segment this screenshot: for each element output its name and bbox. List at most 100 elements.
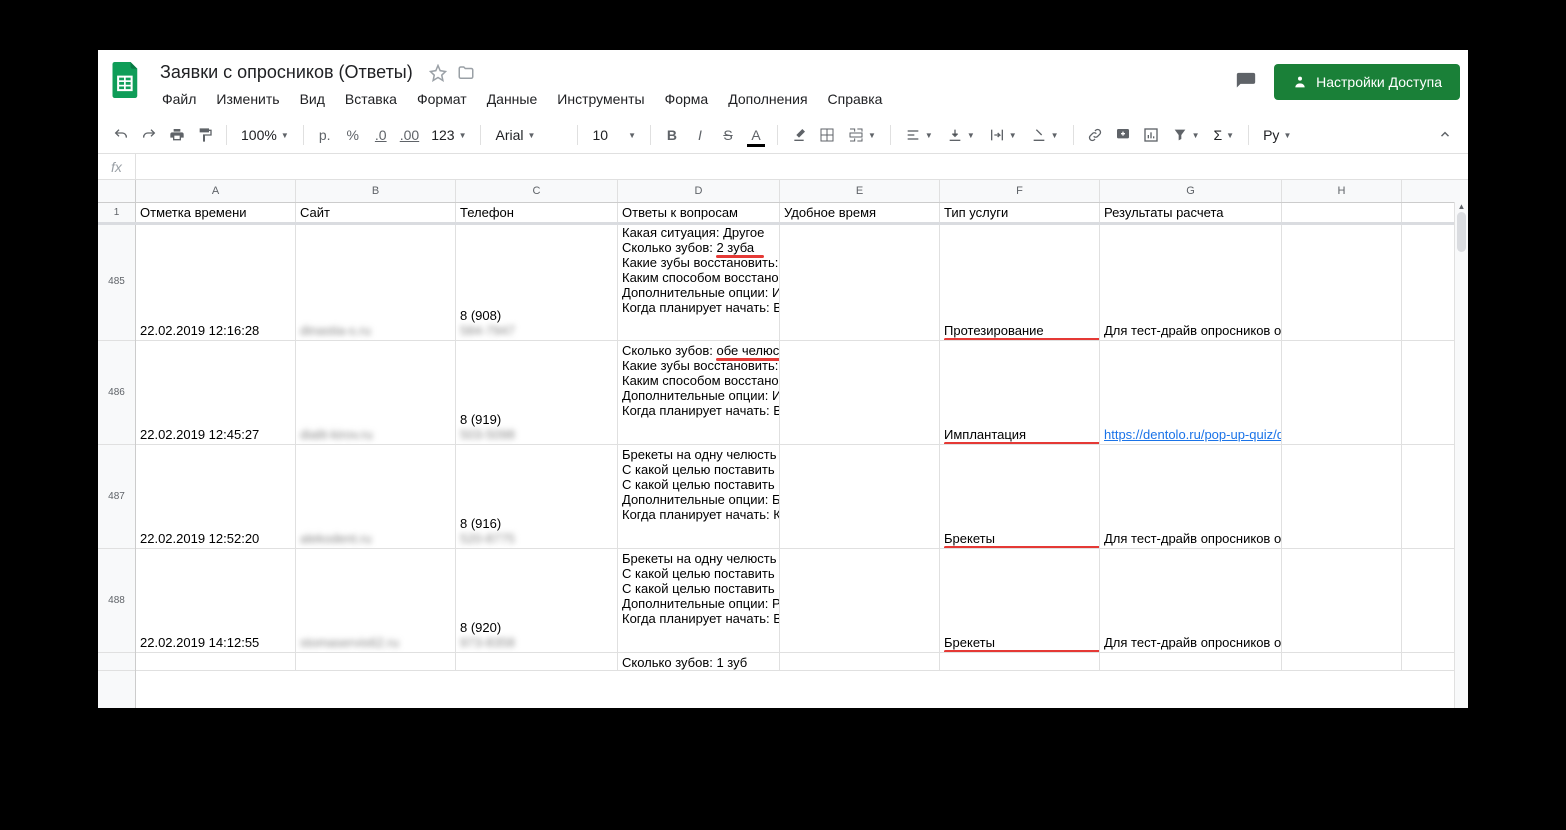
formula-input[interactable] [136,159,1468,174]
col-header-F[interactable]: F [940,180,1100,202]
menu-item-0[interactable]: Файл [154,87,204,111]
undo-button[interactable] [108,121,134,149]
menu-item-1[interactable]: Изменить [208,87,287,111]
more-formats-dropdown[interactable]: 123▼ [425,127,472,143]
col-header-G[interactable]: G [1100,180,1282,202]
cell-F[interactable] [940,653,1100,670]
header-cell-D[interactable]: Ответы к вопросам [618,203,780,222]
sheets-logo[interactable] [106,60,146,100]
share-button[interactable]: Настройки Доступа [1274,64,1460,100]
cell-E[interactable] [780,445,940,548]
comments-icon[interactable] [1232,68,1260,96]
row-header[interactable]: 488 [98,549,135,653]
vertical-scrollbar[interactable]: ▲ [1454,202,1468,708]
col-header-D[interactable]: D [618,180,780,202]
collapse-toolbar-button[interactable] [1432,121,1458,149]
cell-A[interactable] [136,653,296,670]
menu-item-3[interactable]: Вставка [337,87,405,111]
menu-item-8[interactable]: Дополнения [720,87,815,111]
decrease-decimal-button[interactable]: .0 [368,121,394,149]
cell-G[interactable]: Для тест-драйв опросников онлайн-расчет … [1100,223,1282,340]
font-dropdown[interactable]: Arial▼ [489,127,569,143]
cell-G[interactable] [1100,653,1282,670]
cell-C[interactable]: 8 (916) 520-8775 [456,445,618,548]
star-icon[interactable] [429,64,447,82]
input-tools-dropdown[interactable]: Ру▼ [1257,127,1297,143]
text-rotation-dropdown[interactable]: ▼ [1025,127,1065,143]
print-button[interactable] [164,121,190,149]
header-cell-F[interactable]: Тип услуги [940,203,1100,222]
menu-item-6[interactable]: Инструменты [549,87,652,111]
cell-D[interactable]: Сколько зубов: 1 зуб [618,653,780,670]
cell-H[interactable] [1282,223,1402,340]
row-header[interactable]: 485 [98,223,135,341]
menu-item-7[interactable]: Форма [657,87,717,111]
cell-H[interactable] [1282,549,1402,652]
cell-F[interactable]: Протезирование [940,223,1100,340]
document-title[interactable]: Заявки с опросников (Ответы) [154,60,419,85]
cell-C[interactable]: 8 (919) 503-5098 [456,341,618,444]
row-header[interactable] [98,653,135,671]
col-header-H[interactable]: H [1282,180,1402,202]
functions-dropdown[interactable]: Σ▼ [1208,127,1241,143]
col-header-E[interactable]: E [780,180,940,202]
text-wrap-dropdown[interactable]: ▼ [983,127,1023,143]
insert-comment-button[interactable] [1110,121,1136,149]
col-header-A[interactable]: A [136,180,296,202]
currency-format-button[interactable]: р. [312,121,338,149]
italic-button[interactable]: I [687,121,713,149]
cell-B[interactable]: dialit-kirov.ru [296,341,456,444]
insert-chart-button[interactable] [1138,121,1164,149]
cell-F[interactable]: Брекеты [940,445,1100,548]
cell-G[interactable]: https://dentolo.ru/pop-up-quiz/dielit-ki… [1100,341,1282,444]
strikethrough-button[interactable]: S [715,121,741,149]
bold-button[interactable]: B [659,121,685,149]
borders-button[interactable] [814,121,840,149]
menu-item-4[interactable]: Формат [409,87,475,111]
insert-link-button[interactable] [1082,121,1108,149]
select-all-cell[interactable] [98,180,136,202]
increase-decimal-button[interactable]: .00 [396,121,423,149]
cell-E[interactable] [780,549,940,652]
header-cell-B[interactable]: Сайт [296,203,456,222]
fill-color-button[interactable] [786,121,812,149]
font-size-dropdown[interactable]: 10▼ [586,127,642,143]
header-cell-G[interactable]: Результаты расчета [1100,203,1282,222]
cell-D[interactable]: Брекеты на одну челюсть или на обе: На о… [618,549,780,652]
cell-F[interactable]: Брекеты [940,549,1100,652]
cell-G[interactable]: Для тест-драйв опросников онлайн-расчет … [1100,549,1282,652]
cell-B[interactable] [296,653,456,670]
row-header[interactable]: 487 [98,445,135,549]
cell-C[interactable]: 8 (920) 973-8358 [456,549,618,652]
filter-dropdown[interactable]: ▼ [1166,127,1206,143]
cell-C[interactable]: 8 (908) 584-7947 [456,223,618,340]
cell-B[interactable]: alekodent.ru [296,445,456,548]
cell-G[interactable]: Для тест-драйв опросников онлайн-расчет … [1100,445,1282,548]
merge-cells-dropdown[interactable]: ▼ [842,127,882,143]
cell-F[interactable]: Имплантация [940,341,1100,444]
col-header-B[interactable]: B [296,180,456,202]
menu-item-2[interactable]: Вид [292,87,333,111]
move-to-folder-icon[interactable] [457,64,475,82]
redo-button[interactable] [136,121,162,149]
menu-item-9[interactable]: Справка [820,87,891,111]
text-color-button[interactable]: A [743,121,769,149]
header-cell-C[interactable]: Телефон [456,203,618,222]
cell-E[interactable] [780,341,940,444]
row-header[interactable]: 1 [98,203,135,223]
cell-A[interactable]: 22.02.2019 12:45:27 [136,341,296,444]
cell-H[interactable] [1282,445,1402,548]
horizontal-align-dropdown[interactable]: ▼ [899,127,939,143]
zoom-dropdown[interactable]: 100%▼ [235,127,295,143]
header-cell-H[interactable] [1282,203,1402,222]
vertical-align-dropdown[interactable]: ▼ [941,127,981,143]
header-cell-A[interactable]: Отметка времени [136,203,296,222]
header-cell-E[interactable]: Удобное время [780,203,940,222]
cell-H[interactable] [1282,653,1402,670]
cell-H[interactable] [1282,341,1402,444]
cell-E[interactable] [780,223,940,340]
menu-item-5[interactable]: Данные [479,87,546,111]
cell-D[interactable]: Сколько зубов: обе челюстиКакие зубы вос… [618,341,780,444]
percent-format-button[interactable]: % [340,121,366,149]
scrollbar-thumb[interactable] [1457,212,1466,252]
